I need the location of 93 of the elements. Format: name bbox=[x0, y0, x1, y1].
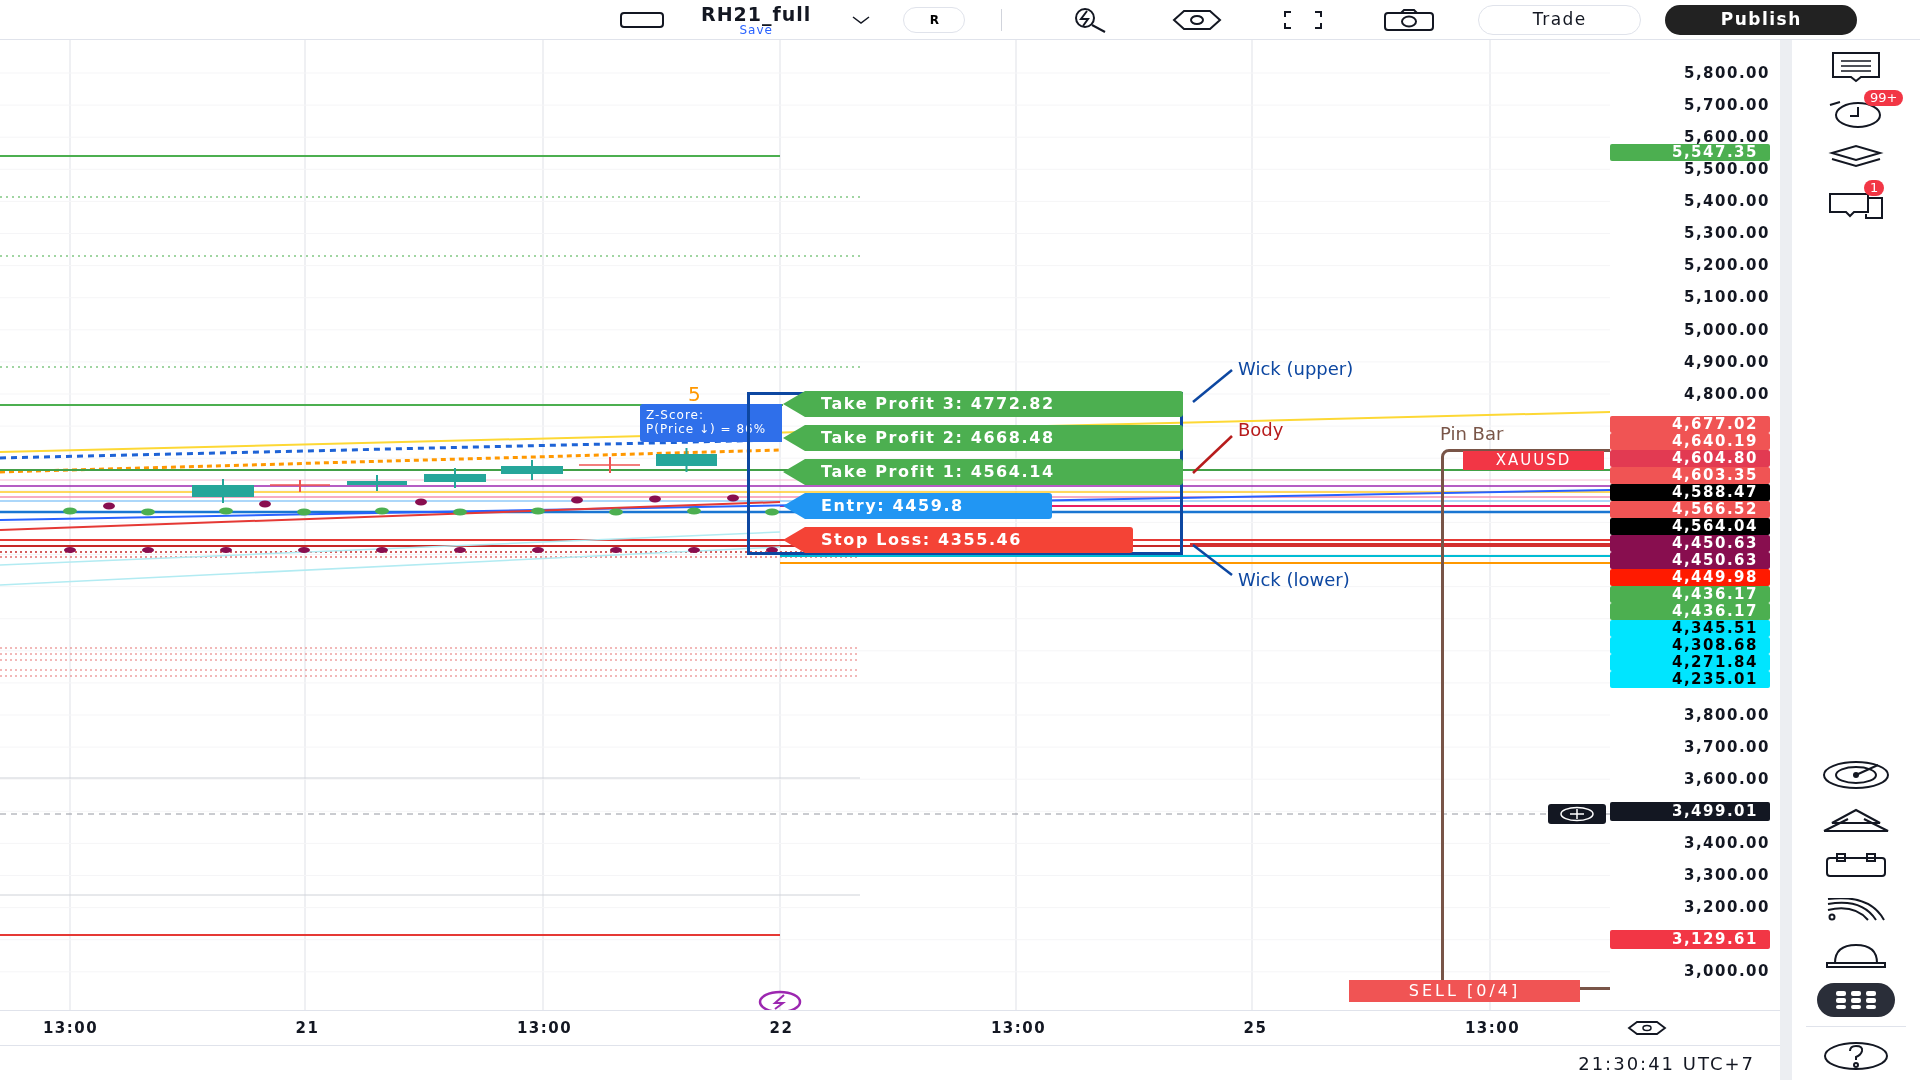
candlestick bbox=[269, 479, 331, 493]
take-profit-label: Take Profit 2: 4668.48 bbox=[783, 425, 1183, 451]
annotation-label: Wick (upper) bbox=[1238, 357, 1354, 381]
pattern-label: Pin Bar bbox=[1440, 422, 1504, 446]
price-tag: 4,436.17 bbox=[1610, 586, 1770, 604]
annotation-label: Wick (lower) bbox=[1238, 568, 1350, 592]
clock-text: 21:30:41 UTC+7 bbox=[1578, 1051, 1755, 1076]
price-label: 5,200.00 bbox=[1683, 255, 1770, 277]
hexagon-eye-icon[interactable] bbox=[1172, 8, 1223, 31]
price-label: 4,900.00 bbox=[1683, 351, 1770, 373]
chevron-icon[interactable] bbox=[851, 14, 872, 25]
symbol-button[interactable]: R bbox=[903, 6, 966, 33]
price-tag: 5,547.35 bbox=[1610, 144, 1770, 162]
price-label: 3,000.00 bbox=[1683, 961, 1770, 983]
notification-badge: 1 bbox=[1864, 180, 1885, 196]
stop-loss-label: Stop Loss: 4355.46 bbox=[783, 527, 1133, 553]
price-label: 5,700.00 bbox=[1683, 94, 1770, 116]
price-tag: 4,588.47 bbox=[1610, 484, 1770, 502]
z-score-marker: 5 bbox=[688, 384, 701, 404]
time-label: 13:00 bbox=[42, 1017, 99, 1039]
price-tag: 4,603.35 bbox=[1610, 467, 1770, 485]
candlestick bbox=[424, 467, 486, 489]
signal-waves-icon[interactable] bbox=[1826, 897, 1886, 922]
price-label: 3,200.00 bbox=[1683, 897, 1770, 919]
annotation-label: Body bbox=[1238, 418, 1284, 442]
price-tag: 4,450.63 bbox=[1610, 535, 1770, 553]
candlestick bbox=[656, 447, 717, 473]
z-score-text: Z-Score: bbox=[646, 408, 705, 422]
price-label: 5,300.00 bbox=[1683, 223, 1770, 245]
camera-icon[interactable] bbox=[1384, 8, 1435, 31]
publish-button[interactable]: Publish bbox=[1665, 4, 1858, 35]
price-tag: 3,129.61 bbox=[1610, 930, 1770, 950]
price-tag: 4,436.17 bbox=[1610, 603, 1770, 621]
price-label: 3,600.00 bbox=[1683, 768, 1770, 790]
price-label: 4,800.00 bbox=[1683, 383, 1770, 405]
price-label: 3,300.00 bbox=[1683, 865, 1770, 887]
time-label: 13:00 bbox=[516, 1017, 573, 1039]
candlestick bbox=[501, 459, 563, 481]
price-label: 3,400.00 bbox=[1683, 833, 1770, 855]
price-tag: 4,677.02 bbox=[1610, 416, 1770, 434]
price-label: 5,000.00 bbox=[1683, 319, 1770, 341]
price-tag: 3,499.01 bbox=[1610, 801, 1770, 821]
price-label: 5,100.00 bbox=[1683, 287, 1770, 309]
grid-button[interactable] bbox=[1817, 982, 1895, 1017]
lightning-icon[interactable] bbox=[758, 990, 802, 1010]
time-label: 21 bbox=[295, 1017, 320, 1039]
price-label: 5,800.00 bbox=[1683, 62, 1770, 84]
price-label: 3,800.00 bbox=[1683, 704, 1770, 726]
time-label: 13:00 bbox=[990, 1017, 1047, 1039]
candlestick bbox=[347, 474, 407, 492]
take-profit-label: Take Profit 1: 4564.14 bbox=[783, 459, 1183, 485]
layers-icon[interactable] bbox=[1828, 143, 1884, 170]
price-label: 5,500.00 bbox=[1683, 159, 1770, 181]
take-profit-label: Take Profit 3: 4772.82 bbox=[783, 391, 1183, 417]
settings-icon[interactable] bbox=[1627, 1020, 1667, 1036]
candlestick bbox=[578, 456, 641, 474]
price-tag: 4,450.63 bbox=[1610, 552, 1770, 570]
pyramid-icon[interactable] bbox=[1822, 806, 1890, 833]
target-icon[interactable] bbox=[1822, 759, 1890, 790]
price-label: 5,400.00 bbox=[1683, 191, 1770, 213]
grid-icon bbox=[1834, 989, 1878, 1010]
notification-badge: 99+ bbox=[1864, 90, 1904, 106]
trade-button[interactable]: Trade bbox=[1478, 4, 1642, 35]
candlestick bbox=[192, 478, 254, 504]
price-tag: 4,564.04 bbox=[1610, 518, 1770, 536]
time-label: 25 bbox=[1243, 1017, 1268, 1039]
help-icon[interactable] bbox=[1823, 1040, 1889, 1071]
leader-line bbox=[1192, 544, 1233, 576]
entry-label: Entry: 4459.8 bbox=[783, 493, 1052, 519]
time-label: 22 bbox=[769, 1017, 794, 1039]
price-tag: 4,271.84 bbox=[1610, 654, 1770, 672]
save-link[interactable]: Save bbox=[701, 23, 812, 36]
price-tag: 4,640.19 bbox=[1610, 433, 1770, 451]
price-tag: 4,345.51 bbox=[1610, 620, 1770, 638]
calendar-icon[interactable] bbox=[1825, 851, 1887, 878]
plus-circle-icon bbox=[1559, 806, 1595, 822]
leader-line bbox=[1192, 369, 1233, 403]
order-label: SELL [0/4] bbox=[1349, 980, 1580, 1002]
price-label: 3,700.00 bbox=[1683, 736, 1770, 758]
crosshair-button[interactable] bbox=[1548, 804, 1606, 824]
leader-line bbox=[1192, 435, 1233, 474]
symbol-label: XAUUSD bbox=[1463, 451, 1604, 470]
time-label: 13:00 bbox=[1464, 1017, 1521, 1039]
chart-title: RH21_full bbox=[701, 3, 812, 24]
price-tag: 4,449.98 bbox=[1610, 569, 1770, 587]
list-icon[interactable] bbox=[1831, 50, 1881, 83]
price-tag: 4,566.52 bbox=[1610, 501, 1770, 519]
rectangle-icon[interactable] bbox=[620, 10, 664, 29]
price-tag: 4,308.68 bbox=[1610, 637, 1770, 655]
price-tag: 4,235.01 bbox=[1610, 671, 1770, 689]
fullscreen-icon[interactable] bbox=[1283, 9, 1324, 30]
price-label: 5,600.00 bbox=[1683, 127, 1770, 146]
price-tag: 4,604.80 bbox=[1610, 450, 1770, 468]
